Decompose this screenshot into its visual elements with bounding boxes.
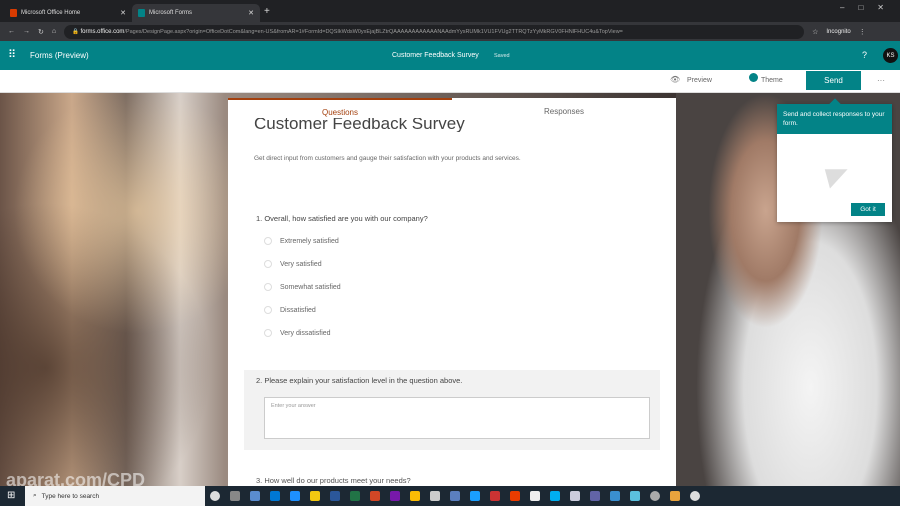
settings-icon[interactable] (690, 491, 700, 501)
toolbar: 👁 Preview Theme Send ··· (0, 70, 900, 93)
tab-office-home[interactable]: Microsoft Office Home ✕ (4, 4, 132, 22)
outlook-icon[interactable] (270, 491, 280, 501)
chrome-icon[interactable] (410, 491, 420, 501)
teams-icon[interactable] (590, 491, 600, 501)
taskbar: ⊞ ⌕ Type here to search (0, 486, 900, 506)
background-left (0, 93, 228, 486)
send-tooltip: Send and collect responses to your form.… (777, 98, 892, 222)
radio-icon[interactable] (264, 283, 272, 291)
forms-icon (138, 9, 145, 17)
onenote-icon[interactable] (390, 491, 400, 501)
option[interactable]: Extremely satisfied (264, 237, 339, 245)
form-description[interactable]: Get direct input from customers and gaug… (254, 155, 521, 162)
app-icon[interactable] (570, 491, 580, 501)
send-button[interactable]: Send (806, 71, 861, 90)
reload-icon[interactable]: ↻ (38, 28, 44, 36)
office-icon (10, 9, 17, 17)
office-icon[interactable] (510, 491, 520, 501)
radio-icon[interactable] (264, 306, 272, 314)
skype-icon[interactable] (550, 491, 560, 501)
paper-plane-icon (824, 163, 852, 189)
form-editor: Questions Responses Customer Feedback Su… (228, 98, 676, 486)
task-view-icon[interactable] (230, 491, 240, 501)
question-1[interactable]: 1. Overall, how satisfied are you with o… (256, 214, 428, 223)
question-2-card[interactable]: 2. Please explain your satisfaction leve… (244, 370, 660, 450)
back-icon[interactable]: ← (8, 28, 15, 35)
form-title-header: Customer Feedback Survey (392, 52, 479, 59)
app-icon[interactable] (470, 491, 480, 501)
home-icon[interactable]: ⌂ (52, 28, 56, 35)
app-icon[interactable] (250, 491, 260, 501)
help-button[interactable]: ? (862, 50, 867, 60)
cortana-icon[interactable] (210, 491, 220, 501)
excel-icon[interactable] (350, 491, 360, 501)
preview-icon: 👁 (670, 75, 681, 84)
window-controls[interactable]: –□✕ (840, 3, 898, 12)
star-icon[interactable]: ☆ (812, 28, 818, 36)
answer-input[interactable]: Enter your answer (264, 397, 650, 439)
app-icon[interactable] (490, 491, 500, 501)
tab-forms[interactable]: Microsoft Forms ✕ (132, 4, 260, 22)
theme-button[interactable]: Theme (761, 77, 783, 84)
more-options-button[interactable]: ··· (877, 76, 885, 85)
app-name[interactable]: Forms (Preview) (30, 51, 89, 60)
tab-responses[interactable]: Responses (452, 98, 676, 124)
radio-icon[interactable] (264, 237, 272, 245)
option[interactable]: Very satisfied (264, 260, 322, 268)
tooltip-text: Send and collect responses to your form. (777, 104, 892, 134)
app-launcher-icon[interactable]: ⠿ (8, 48, 16, 61)
obs-icon[interactable] (650, 491, 660, 501)
app-icon[interactable] (610, 491, 620, 501)
taskbar-search[interactable]: ⌕ Type here to search (25, 486, 205, 506)
browser-tab-bar: Microsoft Office Home ✕ Microsoft Forms ✕ … (0, 0, 900, 22)
forward-icon[interactable]: → (23, 28, 30, 35)
address-bar-row: ← → ↻ ⌂ 🔒 forms.office.com/Pages/DesignPage… (0, 22, 900, 41)
got-it-button[interactable]: Got it (851, 203, 885, 216)
new-tab-button[interactable]: + (264, 6, 270, 17)
close-icon[interactable]: ✕ (248, 9, 254, 17)
app-icon[interactable] (450, 491, 460, 501)
app-header: ⠿ Forms (Preview) Customer Feedback Surv… (0, 41, 900, 70)
menu-icon[interactable]: ⋮ (859, 28, 866, 36)
option[interactable]: Somewhat satisfied (264, 283, 341, 291)
question-3[interactable]: 3. How well do our products meet your ne… (256, 476, 411, 485)
theme-icon (749, 73, 758, 82)
preview-button[interactable]: Preview (687, 77, 712, 84)
search-icon: ⌕ (33, 492, 37, 499)
avatar[interactable]: KS (883, 48, 898, 63)
word-icon[interactable] (330, 491, 340, 501)
file-explorer-icon[interactable] (310, 491, 320, 501)
option[interactable]: Dissatisfied (264, 306, 316, 314)
option[interactable]: Very dissatisfied (264, 329, 331, 337)
app-icon[interactable] (630, 491, 640, 501)
edge-icon[interactable] (290, 491, 300, 501)
save-status: Saved (494, 53, 510, 59)
app-icon[interactable] (530, 491, 540, 501)
windows-start-icon[interactable]: ⊞ (7, 490, 15, 501)
url-input[interactable]: 🔒 forms.office.com/Pages/DesignPage.aspx… (64, 24, 805, 39)
form-title[interactable]: Customer Feedback Survey (254, 118, 465, 132)
question-2: 2. Please explain your satisfaction leve… (256, 376, 463, 385)
close-icon[interactable]: ✕ (120, 9, 126, 17)
profile-button[interactable]: Incognito (826, 29, 850, 35)
app-icon[interactable] (430, 491, 440, 501)
app-icon[interactable] (670, 491, 680, 501)
radio-icon[interactable] (264, 260, 272, 268)
radio-icon[interactable] (264, 329, 272, 337)
powerpoint-icon[interactable] (370, 491, 380, 501)
